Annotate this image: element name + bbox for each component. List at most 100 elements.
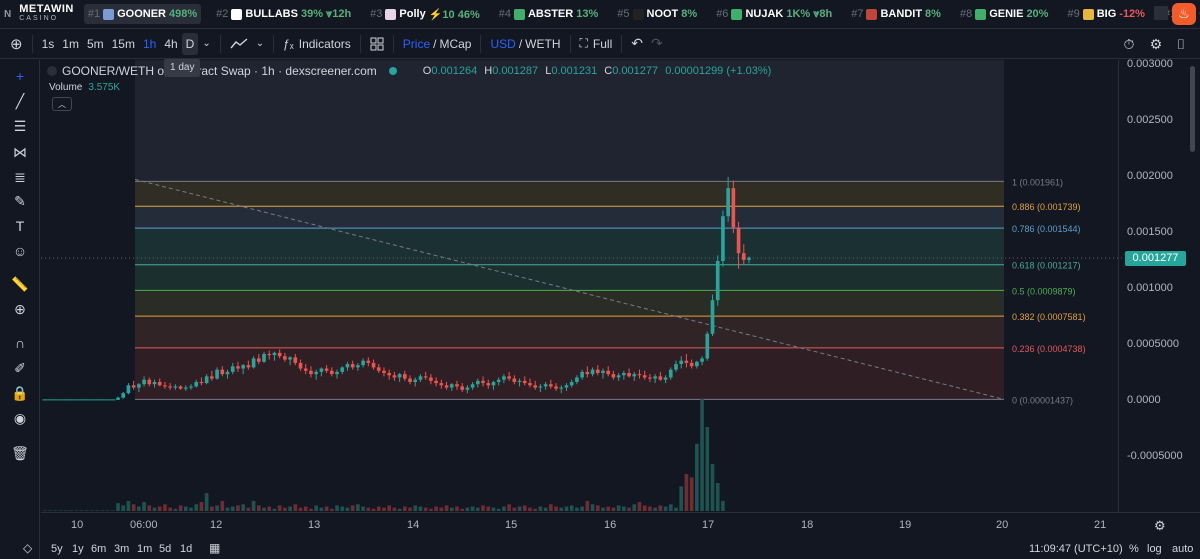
horizontal-lines-icon[interactable]: ☰: [10, 116, 30, 136]
ticker-item[interactable]: #8 GENIE 20%: [956, 4, 1053, 24]
weth-option[interactable]: WETH: [525, 37, 560, 51]
ticker-scroll-icon[interactable]: [1154, 6, 1168, 20]
range-1d[interactable]: 1d: [180, 543, 192, 555]
candle-body: [622, 373, 626, 376]
fib-zone: [135, 264, 1004, 291]
interval-5m[interactable]: 5m: [83, 33, 108, 55]
chart-type-line-icon[interactable]: [226, 33, 252, 55]
candle-body: [449, 384, 454, 388]
usd-option[interactable]: USD: [490, 37, 515, 51]
time-axis[interactable]: ⚙ 10 06:00 12 13 14 15 16 17 18 19 20 21: [41, 512, 1200, 538]
settings-gear-icon[interactable]: ⚙: [1145, 33, 1167, 55]
crosshair-icon[interactable]: +: [10, 66, 30, 86]
redo-icon[interactable]: ↷: [647, 33, 667, 55]
text-icon[interactable]: T: [10, 216, 30, 236]
high-value: 0.001287: [492, 65, 539, 77]
brush-icon[interactable]: ✎: [10, 191, 30, 211]
ruler-icon[interactable]: 📏: [10, 274, 30, 294]
price-tick-label: 0.002500: [1127, 114, 1173, 126]
ticker-item[interactable]: #5 NOOT 8%: [613, 4, 701, 24]
ticker-item[interactable]: #9 BIG -12%: [1063, 4, 1149, 24]
log-scale-toggle[interactable]: log: [1147, 543, 1162, 555]
volume-bar: [528, 507, 532, 511]
interval-4h[interactable]: 4h: [160, 33, 181, 55]
fib-zone: [135, 181, 1004, 207]
ticker-item[interactable]: #1 GOONER 498%: [83, 4, 202, 24]
full-button[interactable]: ⛶ Full: [576, 33, 617, 55]
interval-1m[interactable]: 1m: [58, 33, 83, 55]
interval-1s[interactable]: 1s: [38, 33, 59, 55]
usd-weth-toggle[interactable]: USD / WETH: [486, 33, 564, 55]
alert-clock-icon[interactable]: ⏱: [1118, 33, 1140, 55]
candle-body: [121, 393, 126, 398]
price-chart[interactable]: 1 (0.001961) 0.886 (0.001739) 0.786 (0.001…: [41, 60, 1159, 512]
screenshot-camera-icon[interactable]: ⌷: [1170, 33, 1192, 55]
fib-icon[interactable]: ≣: [10, 167, 30, 187]
candle-body: [575, 377, 579, 382]
chevron-down-icon[interactable]: ⌄: [198, 33, 214, 55]
candle-body: [246, 365, 251, 368]
candle-body: [199, 381, 204, 384]
fib-level-label: 0.5 (0.0009879): [1012, 286, 1076, 296]
range-3m[interactable]: 3m: [114, 543, 129, 555]
token-avatar-icon: [731, 8, 743, 20]
range-6m[interactable]: 6m: [91, 543, 106, 555]
price-mcap-toggle[interactable]: Price / MCap: [399, 33, 476, 55]
price-axis[interactable]: 0.003000 0.002500 0.002000 0.001500 0.001000…: [1118, 58, 1200, 512]
mcap-option[interactable]: MCap: [439, 37, 471, 51]
range-1y[interactable]: 1y: [72, 543, 84, 555]
chevron-down-icon[interactable]: ⌄: [252, 33, 268, 55]
zoom-in-icon[interactable]: ⊕: [10, 299, 30, 319]
range-5y[interactable]: 5y: [51, 543, 63, 555]
ticker-item[interactable]: #7 BANDIT 8%: [847, 4, 945, 24]
auto-scale-toggle[interactable]: auto: [1172, 543, 1193, 555]
pattern-icon[interactable]: ⋈: [10, 142, 30, 162]
price-option[interactable]: Price: [403, 37, 430, 51]
candle-body: [236, 366, 240, 369]
interval-15m[interactable]: 15m: [108, 33, 139, 55]
undo-icon[interactable]: ↶: [627, 33, 647, 55]
collapse-panel-icon[interactable]: ◇: [23, 541, 32, 555]
trendline-icon[interactable]: ╱: [10, 91, 30, 111]
dexscreener-logo-icon[interactable]: N: [4, 9, 11, 20]
range-1m[interactable]: 1m: [137, 543, 152, 555]
chart-canvas[interactable]: 1 (0.001961) 0.886 (0.001739) 0.786 (0.001…: [41, 60, 1159, 512]
price-axis-scrollbar[interactable]: [1190, 66, 1195, 152]
time-tick-label: 13: [308, 519, 321, 531]
fib-zone: [135, 290, 1004, 317]
volume-bar: [309, 508, 313, 511]
candle-body: [476, 380, 480, 385]
ticker-item[interactable]: #6 NUJAK 1K% ⩔8h: [712, 4, 836, 24]
candle-body: [189, 386, 193, 388]
layouts-grid-icon[interactable]: [366, 33, 388, 55]
ticker-item[interactable]: #4 ABSTER 13%: [495, 4, 603, 24]
time-axis-settings-icon[interactable]: ⚙: [1154, 518, 1166, 534]
lock-drawing-icon[interactable]: ✐: [10, 358, 30, 378]
ticker-rank: #2: [216, 8, 229, 20]
ticker-change: 20%: [1026, 8, 1049, 20]
candle-body: [668, 369, 673, 378]
date-range-calendar-icon[interactable]: ▦: [209, 541, 220, 555]
percent-scale-toggle[interactable]: %: [1129, 543, 1139, 555]
trash-icon[interactable]: 🗑: [10, 443, 30, 463]
fire-icon[interactable]: ♨: [1172, 3, 1196, 25]
indicators-button[interactable]: ƒₓ Indicators: [279, 33, 355, 55]
range-5d[interactable]: 5d: [159, 543, 171, 555]
ticker-rank: #4: [498, 8, 511, 20]
interval-D[interactable]: D: [181, 32, 199, 55]
token-avatar-icon: [866, 8, 878, 20]
emoji-icon[interactable]: ☺: [10, 241, 30, 261]
clock-display[interactable]: 11:09:47 (UTC+10): [1029, 543, 1123, 555]
volume-bar: [324, 506, 329, 511]
magnet-icon[interactable]: ∩: [10, 333, 30, 353]
eye-icon[interactable]: ◉: [10, 408, 30, 428]
volume-bar: [215, 505, 219, 511]
lock-icon[interactable]: 🔒: [10, 383, 30, 403]
metawin-brand[interactable]: METAWIN CASINO: [19, 4, 74, 23]
interval-1h[interactable]: 1h: [139, 33, 160, 55]
ticker-item[interactable]: #2 BULLABS 39% ⩔12h: [212, 4, 355, 24]
ticker-item[interactable]: #3 Polly ⚡10 46%: [366, 4, 484, 24]
collapse-legend-button[interactable]: ︿: [52, 97, 72, 111]
add-symbol-plus-icon[interactable]: ⊕: [6, 33, 27, 55]
volume-bar: [481, 505, 485, 511]
